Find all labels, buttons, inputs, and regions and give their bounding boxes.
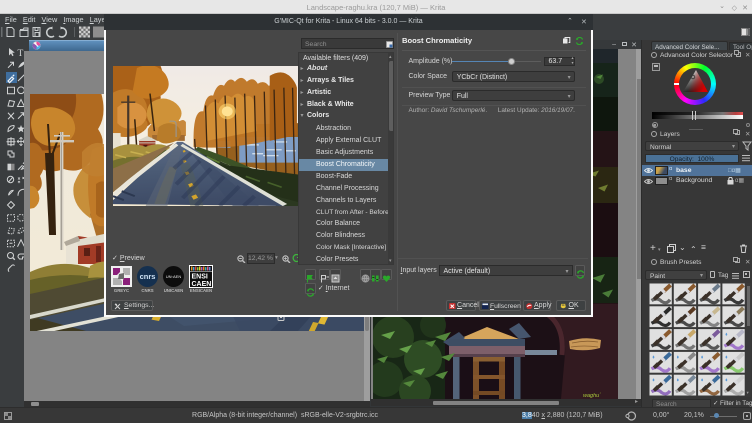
svg-text:CAEN: CAEN — [192, 281, 212, 288]
svg-text:T: T — [18, 49, 24, 59]
svg-text:ENSI: ENSI — [192, 274, 208, 281]
